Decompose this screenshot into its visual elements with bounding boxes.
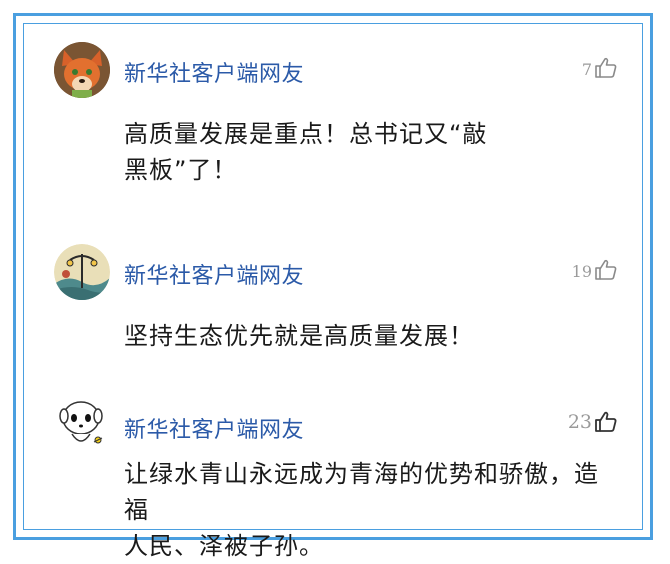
like-count: 19 bbox=[571, 262, 592, 281]
cartoon-dog-avatar-icon[interactable] bbox=[54, 396, 110, 452]
comment-text-line: 坚持生态优先就是高质量发展！ bbox=[124, 322, 474, 350]
thumbs-up-icon bbox=[594, 258, 618, 282]
comment-text-line: 高质量发展是重点！总书记又“敲 bbox=[124, 120, 488, 148]
like-button[interactable]: 23 bbox=[568, 410, 618, 434]
comment-text-line: 黑板”了！ bbox=[124, 156, 238, 184]
comment-text: 让绿水青山永远成为青海的优势和骄傲，造福 人民、泽被子孙。 bbox=[124, 456, 618, 564]
like-button[interactable]: 7 bbox=[582, 56, 618, 80]
street-lamp-avatar-icon[interactable] bbox=[54, 244, 110, 300]
like-button[interactable]: 19 bbox=[572, 258, 618, 282]
fox-avatar-icon[interactable] bbox=[54, 42, 110, 98]
comment-username[interactable]: 新华社客户端网友 bbox=[124, 56, 304, 88]
comment-username[interactable]: 新华社客户端网友 bbox=[124, 412, 304, 444]
comment-item: 新华社客户端网友 23 让绿水青山永远成为青海的优势和骄傲，造福 人民、泽被子孙… bbox=[54, 396, 618, 560]
thumbs-up-icon bbox=[594, 56, 618, 80]
comment-text: 坚持生态优先就是高质量发展！ bbox=[124, 318, 474, 354]
like-count: 7 bbox=[581, 60, 592, 79]
comment-text-line: 让绿水青山永远成为青海的优势和骄傲，造福 bbox=[124, 460, 599, 524]
comment-username[interactable]: 新华社客户端网友 bbox=[124, 258, 304, 290]
thumbs-up-icon bbox=[594, 410, 618, 434]
comment-item: 新华社客户端网友 19 坚持生态优先就是高质量发展！ bbox=[54, 244, 618, 364]
comment-item: 新华社客户端网友 7 高质量发展是重点！总书记又“敲 黑板”了！ bbox=[54, 42, 618, 192]
comment-text: 高质量发展是重点！总书记又“敲 黑板”了！ bbox=[124, 116, 487, 188]
like-count: 23 bbox=[567, 411, 592, 433]
